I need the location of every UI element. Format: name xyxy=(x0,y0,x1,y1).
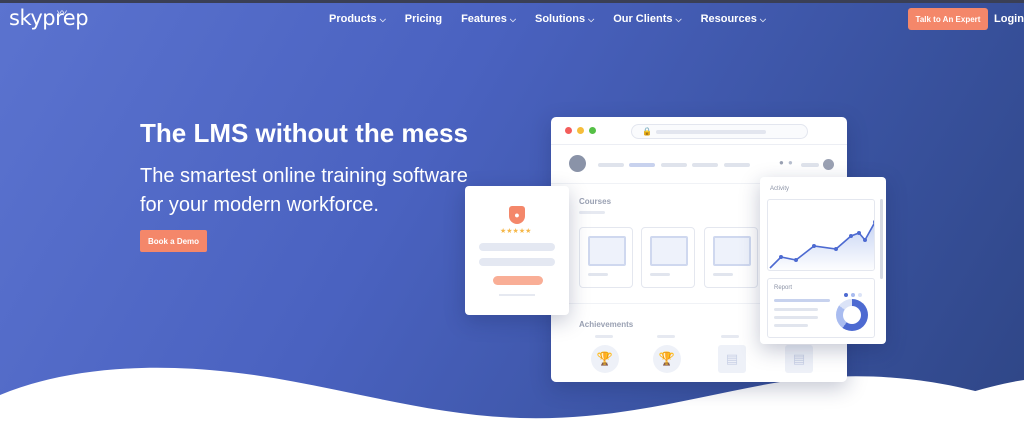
nav-item-products[interactable]: Products ⌵ xyxy=(329,13,386,25)
chevron-down-icon: ⌵ xyxy=(509,15,516,24)
image-icon xyxy=(588,236,626,266)
rating-stars: ★★★★★ xyxy=(500,228,532,235)
report-donut-chart xyxy=(836,299,868,331)
report-line xyxy=(774,308,818,311)
achievement-bar xyxy=(657,335,675,338)
certificate-icon: ▤ xyxy=(785,345,813,373)
bird-icon: 〰 xyxy=(57,8,67,19)
chevron-down-icon: ⌵ xyxy=(379,15,386,24)
user-badge-icon: ● xyxy=(509,206,525,224)
gear-icon: ● xyxy=(788,158,793,167)
mockup-nav-item xyxy=(692,163,718,167)
user-avatar-icon xyxy=(823,159,834,170)
close-dot xyxy=(565,127,572,134)
top-border xyxy=(0,0,1024,3)
profile-button xyxy=(493,276,543,285)
profile-line xyxy=(479,243,555,251)
trophy-icon: 🏆 xyxy=(653,345,681,373)
course-card xyxy=(704,227,758,288)
certificate-icon: ▤ xyxy=(718,345,746,373)
course-card xyxy=(641,227,695,288)
report-panel: Report xyxy=(767,278,875,338)
nav-item-label: Our Clients xyxy=(613,13,673,25)
achievement-bar xyxy=(721,335,739,338)
scrollbar xyxy=(880,199,883,279)
report-line xyxy=(774,316,818,319)
url-placeholder xyxy=(656,130,766,134)
mockup-nav-item xyxy=(598,163,624,167)
nav-item-label: Pricing xyxy=(404,13,443,25)
achievements-heading: Achievements xyxy=(579,320,634,329)
nav-item-resources[interactable]: Resources ⌵ xyxy=(701,13,766,25)
bell-icon: ● xyxy=(779,158,784,167)
courses-subline xyxy=(579,211,605,214)
mockup-user-name xyxy=(801,163,819,167)
nav-item-pricing[interactable]: Pricing xyxy=(405,13,442,25)
activity-card: Activity Report xyxy=(760,177,886,344)
login-link[interactable]: Login xyxy=(994,13,1024,25)
skyprep-logo[interactable]: skyprep 〰 xyxy=(9,6,89,30)
main-nav: Products ⌵ Pricing Features ⌵ Solutions ⌵ Our C… xyxy=(329,13,785,25)
image-icon xyxy=(650,236,688,266)
talk-to-expert-button[interactable]: Talk to An Expert xyxy=(908,8,988,30)
hero-title: The LMS without the mess xyxy=(140,118,468,148)
mockup-logo xyxy=(569,155,586,172)
chevron-down-icon: ⌵ xyxy=(759,15,766,24)
activity-heading: Activity xyxy=(770,186,790,192)
nav-item-our-clients[interactable]: Our Clients ⌵ xyxy=(613,13,681,25)
mockup-nav-item xyxy=(629,163,655,167)
profile-line xyxy=(479,258,555,266)
report-heading: Report xyxy=(774,285,793,291)
mockup-nav-item xyxy=(724,163,750,167)
mockup-nav-item xyxy=(661,163,687,167)
course-card xyxy=(579,227,633,288)
trophy-icon: 🏆 xyxy=(591,345,619,373)
nav-item-label: Features xyxy=(461,13,507,25)
lock-icon: 🔒 xyxy=(642,127,652,136)
nav-item-label: Resources xyxy=(700,13,757,25)
activity-chart xyxy=(767,199,875,271)
legend-dot xyxy=(851,293,855,297)
activity-line-chart xyxy=(769,220,874,270)
mockup-nav: ● ● xyxy=(551,145,847,181)
book-demo-button[interactable]: Book a Demo xyxy=(140,230,207,252)
chevron-down-icon: ⌵ xyxy=(588,15,595,24)
logo-text: skyprep xyxy=(9,6,89,30)
report-line xyxy=(774,324,808,327)
minimize-dot xyxy=(577,127,584,134)
image-icon xyxy=(713,236,751,266)
maximize-dot xyxy=(589,127,596,134)
achievement-bar xyxy=(595,335,613,338)
profile-footer-line xyxy=(499,294,535,296)
address-bar: 🔒 xyxy=(631,124,808,139)
report-line xyxy=(774,299,830,302)
courses-heading: Courses xyxy=(579,197,612,206)
nav-item-label: Solutions xyxy=(535,13,586,25)
nav-item-solutions[interactable]: Solutions ⌵ xyxy=(535,13,594,25)
profile-card: ● ★★★★★ xyxy=(465,186,569,315)
chevron-down-icon: ⌵ xyxy=(675,15,682,24)
legend-dot xyxy=(858,293,862,297)
nav-item-features[interactable]: Features ⌵ xyxy=(461,13,516,25)
browser-bar: 🔒 xyxy=(551,117,847,145)
legend-dot xyxy=(844,293,848,297)
hero-subtitle: The smartest online training software fo… xyxy=(140,165,468,216)
nav-item-label: Products xyxy=(329,13,377,25)
